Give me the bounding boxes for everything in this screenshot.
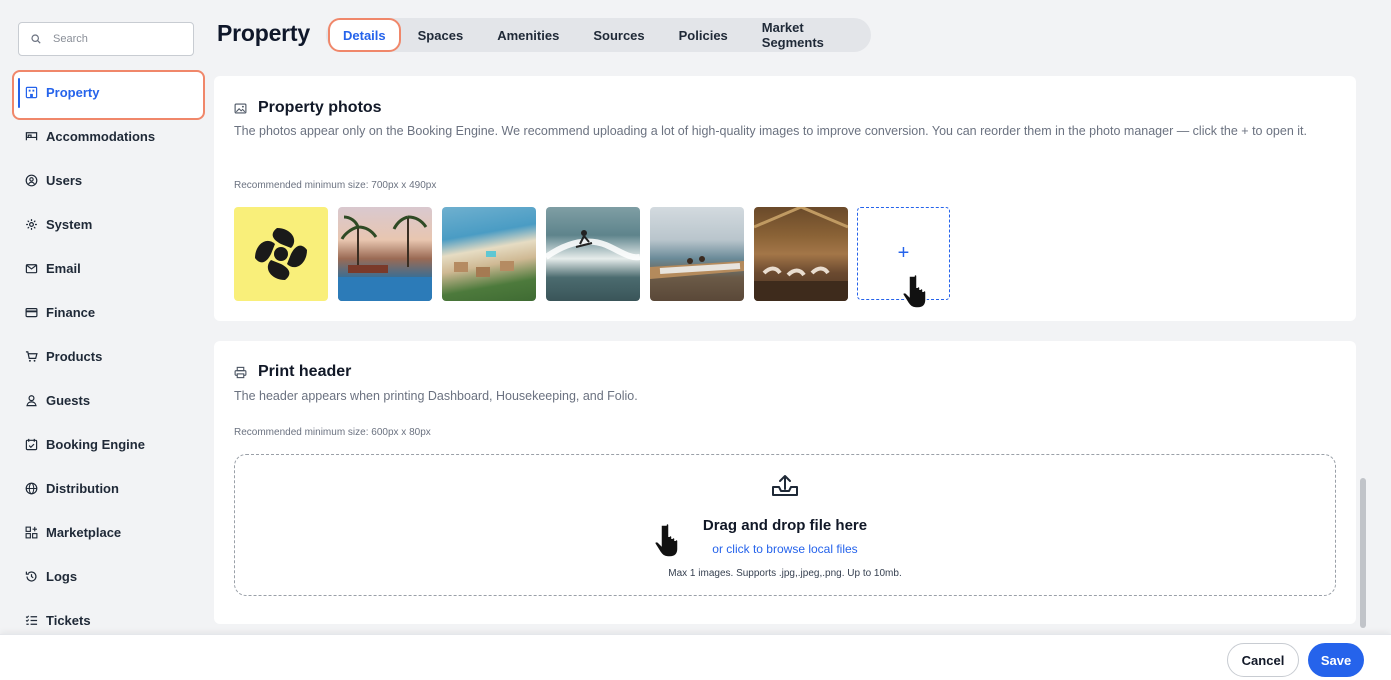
sidebar-item-label: Accommodations (46, 128, 156, 144)
surfer-photo[interactable] (546, 207, 640, 301)
sidebar-item-label: Tickets (46, 612, 91, 628)
sidebar-item-label: Users (46, 172, 83, 188)
sidebar-item-email[interactable]: Email (0, 246, 206, 290)
tab-policies[interactable]: Policies (662, 18, 745, 52)
print-header-card: Print header The header appears when pri… (214, 341, 1356, 624)
hand-cursor-icon (654, 522, 679, 558)
sidebar-item-booking-engine[interactable]: Booking Engine (0, 422, 206, 466)
pool-sunset-photo[interactable] (338, 207, 432, 301)
tab-sources[interactable]: Sources (576, 18, 661, 52)
dropzone-hint: Max 1 images. Supports .jpg,.jpeg,.png. … (668, 568, 902, 579)
sidebar-item-label: Logs (46, 568, 78, 584)
sidebar-item-system[interactable]: System (0, 202, 206, 246)
logo-photo[interactable] (234, 207, 328, 301)
property-photos-card: Property photos The photos appear only o… (214, 76, 1356, 321)
sidebar-item-products[interactable]: Products (0, 334, 206, 378)
sidebar-item-label: Marketplace (46, 524, 122, 540)
sidebar-nav: Property Accommodations Users System Ema… (0, 70, 206, 642)
sidebar-item-marketplace[interactable]: Marketplace (0, 510, 206, 554)
sidebar-item-distribution[interactable]: Distribution (0, 466, 206, 510)
sidebar-item-label: Booking Engine (46, 436, 145, 452)
apps-plus-icon (24, 525, 38, 539)
sidebar-item-label: Products (46, 348, 103, 364)
tab-market-segments[interactable]: Market Segments (745, 18, 871, 52)
tab-spaces[interactable]: Spaces (401, 18, 481, 52)
sidebar-item-label: Property (46, 84, 100, 100)
image-icon (234, 101, 248, 115)
sidebar-item-label: Guests (46, 392, 91, 408)
save-button[interactable]: Save (1308, 643, 1364, 677)
sidebar-item-label: Email (46, 260, 81, 276)
checklist-icon (24, 613, 38, 627)
photo-list (234, 207, 848, 301)
size-note: Recommended minimum size: 700px x 490px (234, 180, 437, 191)
yoga-photo[interactable] (754, 207, 848, 301)
card-description: The photos appear only on the Booking En… (234, 124, 1307, 138)
dropzone-title: Drag and drop file here (702, 517, 868, 534)
tab-bar: Details Spaces Amenities Sources Policie… (326, 18, 871, 52)
tab-amenities[interactable]: Amenities (480, 18, 576, 52)
card-title: Print header (258, 363, 352, 380)
upload-icon (772, 475, 798, 496)
printer-icon (234, 365, 248, 379)
beach-aerial-photo[interactable] (442, 207, 536, 301)
footer-bar: Cancel Save (0, 634, 1391, 680)
property-photos-header: Property photos (234, 99, 382, 117)
cancel-button[interactable]: Cancel (1227, 643, 1299, 677)
sidebar-item-property[interactable]: Property (0, 70, 206, 120)
building-icon (24, 85, 38, 99)
page-title: Property (217, 20, 310, 46)
sidebar-item-guests[interactable]: Guests (0, 378, 206, 422)
history-icon (24, 569, 38, 583)
print-header-header: Print header (234, 363, 351, 381)
search-box[interactable] (18, 22, 194, 56)
gear-icon (24, 217, 38, 231)
scrollbar[interactable] (1357, 0, 1369, 634)
sidebar-item-users[interactable]: Users (0, 158, 206, 202)
sidebar-item-label: Distribution (46, 480, 119, 496)
tab-details[interactable]: Details (328, 18, 401, 52)
sidebar-item-label: Finance (46, 304, 96, 320)
sidebar-item-logs[interactable]: Logs (0, 554, 206, 598)
cart-icon (24, 349, 38, 363)
sidebar-item-finance[interactable]: Finance (0, 290, 206, 334)
sidebar-item-accommodations[interactable]: Accommodations (0, 114, 206, 158)
sidebar: Property Accommodations Users System Ema… (0, 0, 206, 634)
calendar-check-icon (24, 437, 38, 451)
mail-icon (24, 261, 38, 275)
size-note: Recommended minimum size: 600px x 80px (234, 427, 431, 438)
user-circle-icon (24, 173, 38, 187)
person-icon (24, 393, 38, 407)
sidebar-item-label: System (46, 216, 93, 232)
bed-icon (24, 129, 38, 143)
credit-card-icon (24, 305, 38, 319)
browse-files-link[interactable]: or click to browse local files (235, 542, 1335, 556)
card-title: Property photos (258, 99, 382, 116)
file-dropzone[interactable]: Drag and drop file here or click to brow… (234, 454, 1336, 596)
scrollbar-thumb[interactable] (1360, 478, 1366, 628)
globe-icon (24, 481, 38, 495)
hammock-photo[interactable] (650, 207, 744, 301)
search-icon (31, 34, 41, 44)
hand-cursor-icon (902, 273, 927, 309)
card-description: The header appears when printing Dashboa… (234, 389, 638, 403)
search-input[interactable] (53, 33, 183, 45)
